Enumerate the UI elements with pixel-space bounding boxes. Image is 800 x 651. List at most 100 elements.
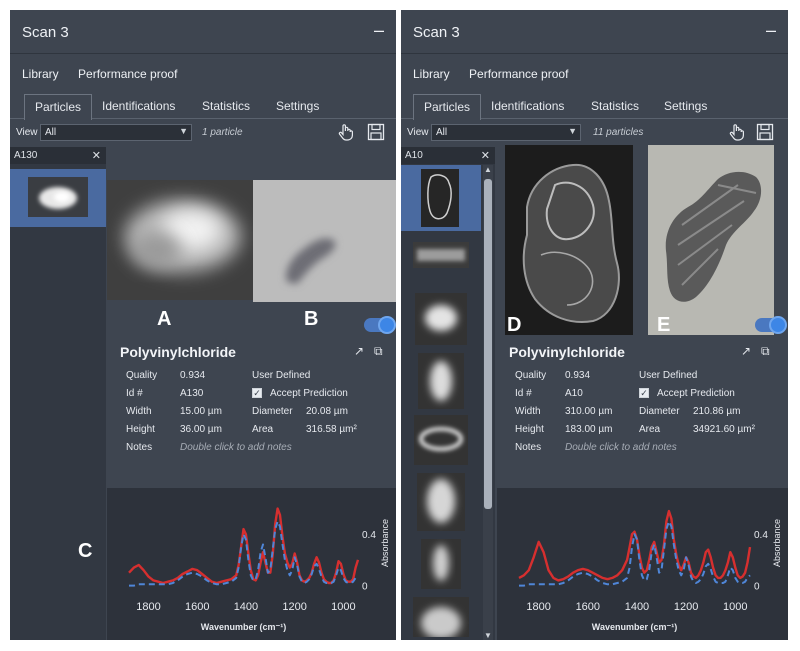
x-tick-label: 1200 xyxy=(674,601,698,613)
scroll-up-icon[interactable]: ▲ xyxy=(484,165,492,174)
list-item[interactable] xyxy=(401,165,481,231)
accept-prediction-checkbox[interactable]: ✓ xyxy=(252,388,262,398)
list-item[interactable] xyxy=(10,169,106,227)
menu-item-library[interactable]: Library xyxy=(413,67,450,81)
y-tick-label: 0 xyxy=(754,582,760,593)
notes-input[interactable]: Double click to add notes xyxy=(565,442,677,453)
notes-label: Notes xyxy=(515,442,542,453)
quality-label: Quality xyxy=(126,370,158,381)
expand-arrow-icon[interactable]: ↗ xyxy=(741,344,751,358)
expand-arrow-icon[interactable]: ↗ xyxy=(354,344,364,358)
display-toggle[interactable] xyxy=(755,316,787,334)
id-value: A130 xyxy=(180,388,204,399)
notes-input[interactable]: Double click to add notes xyxy=(180,442,292,453)
particle-list-header: A130 ✕ xyxy=(10,147,106,164)
particle-list-title: A130 xyxy=(14,150,38,161)
accept-prediction-label: Accept Prediction xyxy=(657,388,735,399)
tab-particles[interactable]: Particles xyxy=(24,94,93,120)
area-value: 34921.60 µm² xyxy=(693,424,755,435)
close-icon[interactable]: ✕ xyxy=(92,149,101,162)
popout-window-icon[interactable]: ⧉ xyxy=(374,344,383,359)
particle-thumbnail[interactable] xyxy=(417,473,465,531)
figure-label-b: B xyxy=(304,308,319,330)
x-tick-label: 1600 xyxy=(185,601,209,613)
accept-prediction-checkbox[interactable]: ✓ xyxy=(639,388,649,398)
id-value: A10 xyxy=(565,388,583,399)
particle-thumbnail[interactable] xyxy=(421,539,461,589)
close-icon[interactable]: ✕ xyxy=(481,149,490,162)
x-axis-label: Wavenumber (cm⁻¹) xyxy=(201,622,286,632)
menu-bar: Library Performance proof xyxy=(22,67,193,81)
ir-spectrum-chart: 1800 1600 1400 1200 1000 0.4 0 Wavenumber (cm⁻¹… xyxy=(497,488,788,640)
tab-settings[interactable]: Settings xyxy=(276,99,319,113)
user-defined-label: User Defined xyxy=(252,370,311,381)
particle-thumbnail[interactable] xyxy=(418,353,464,409)
tab-statistics[interactable]: Statistics xyxy=(202,99,250,113)
particle-thumbnail[interactable] xyxy=(415,293,467,345)
save-icon[interactable] xyxy=(755,122,775,142)
minimize-icon[interactable]: – xyxy=(374,20,384,41)
tab-identifications[interactable]: Identifications xyxy=(491,99,564,113)
minimize-icon[interactable]: – xyxy=(766,20,776,41)
ir-spectrum-svg: 1800 1600 1400 1200 1000 0.4 0 Wavenumber (cm⁻¹… xyxy=(518,509,782,632)
save-icon[interactable] xyxy=(366,122,386,142)
view-toolbar: View All ▼ 11 particles xyxy=(401,120,788,146)
x-tick-label: 1000 xyxy=(723,601,747,613)
menu-item-performance-proof[interactable]: Performance proof xyxy=(78,67,177,81)
view-select-value: All xyxy=(436,127,448,138)
diameter-label: Diameter xyxy=(639,406,680,417)
scrollbar-thumb[interactable] xyxy=(484,179,492,509)
x-tick-label: 1000 xyxy=(331,601,355,613)
figure-label-e: E xyxy=(657,314,671,336)
particle-thumbnail xyxy=(28,177,88,217)
id-label: Id # xyxy=(126,388,143,399)
optical-image xyxy=(253,180,396,302)
area-value: 316.58 µm² xyxy=(306,424,357,435)
tab-statistics[interactable]: Statistics xyxy=(591,99,639,113)
toggle-knob xyxy=(378,316,396,334)
scroll-down-icon[interactable]: ▼ xyxy=(484,631,492,640)
display-toggle[interactable] xyxy=(364,316,396,334)
y-axis-label: Absorbance xyxy=(380,519,390,567)
particle-thumbnail[interactable] xyxy=(413,242,469,268)
menu-bar: Library Performance proof xyxy=(413,67,584,81)
fluorescence-image-render xyxy=(505,145,633,335)
height-label: Height xyxy=(126,424,155,435)
chevron-down-icon: ▼ xyxy=(179,126,188,136)
particle-list: A10 ✕ ▲ ▼ xyxy=(401,147,495,640)
optical-image xyxy=(648,145,774,335)
hand-pointer-icon[interactable] xyxy=(336,122,356,142)
x-tick-label: 1600 xyxy=(576,601,600,613)
particle-count: 1 particle xyxy=(202,127,243,138)
list-scrollbar[interactable]: ▲ ▼ xyxy=(483,165,493,640)
view-select[interactable]: All ▼ xyxy=(431,124,581,141)
particle-list-header: A10 ✕ xyxy=(401,147,495,164)
tab-particles[interactable]: Particles xyxy=(413,94,482,120)
figure-label-c: C xyxy=(78,540,93,562)
tab-bar: Particles Identifications Statistics Set… xyxy=(401,94,788,120)
panel-title: Scan 3 xyxy=(22,24,69,41)
y-axis-label: Absorbance xyxy=(772,519,782,567)
x-tick-label: 1800 xyxy=(526,601,550,613)
optical-image-render xyxy=(648,145,774,335)
x-axis-label: Wavenumber (cm⁻¹) xyxy=(592,622,677,632)
fluorescence-image xyxy=(505,145,633,335)
ir-spectrum-svg: 1800 1600 1400 1200 1000 0.4 0 Wavenumber (cm⁻¹… xyxy=(128,507,390,632)
menu-item-library[interactable]: Library xyxy=(22,67,59,81)
particle-thumbnail[interactable] xyxy=(414,415,468,465)
diameter-label: Diameter xyxy=(252,406,293,417)
figure-label-d: D xyxy=(507,314,522,336)
panel-titlebar: Scan 3 – xyxy=(401,10,788,54)
menu-item-performance-proof[interactable]: Performance proof xyxy=(469,67,568,81)
particle-thumbnail[interactable] xyxy=(413,597,469,637)
popout-window-icon[interactable]: ⧉ xyxy=(761,344,770,359)
tab-identifications[interactable]: Identifications xyxy=(102,99,175,113)
width-value: 310.00 µm xyxy=(565,406,613,417)
hand-pointer-icon[interactable] xyxy=(727,122,747,142)
id-label: Id # xyxy=(515,388,532,399)
figure-label-a: A xyxy=(157,308,172,330)
tab-settings[interactable]: Settings xyxy=(664,99,707,113)
panel-titlebar: Scan 3 – xyxy=(10,10,396,54)
width-value: 15.00 µm xyxy=(180,406,222,417)
view-select[interactable]: All ▼ xyxy=(40,124,192,141)
